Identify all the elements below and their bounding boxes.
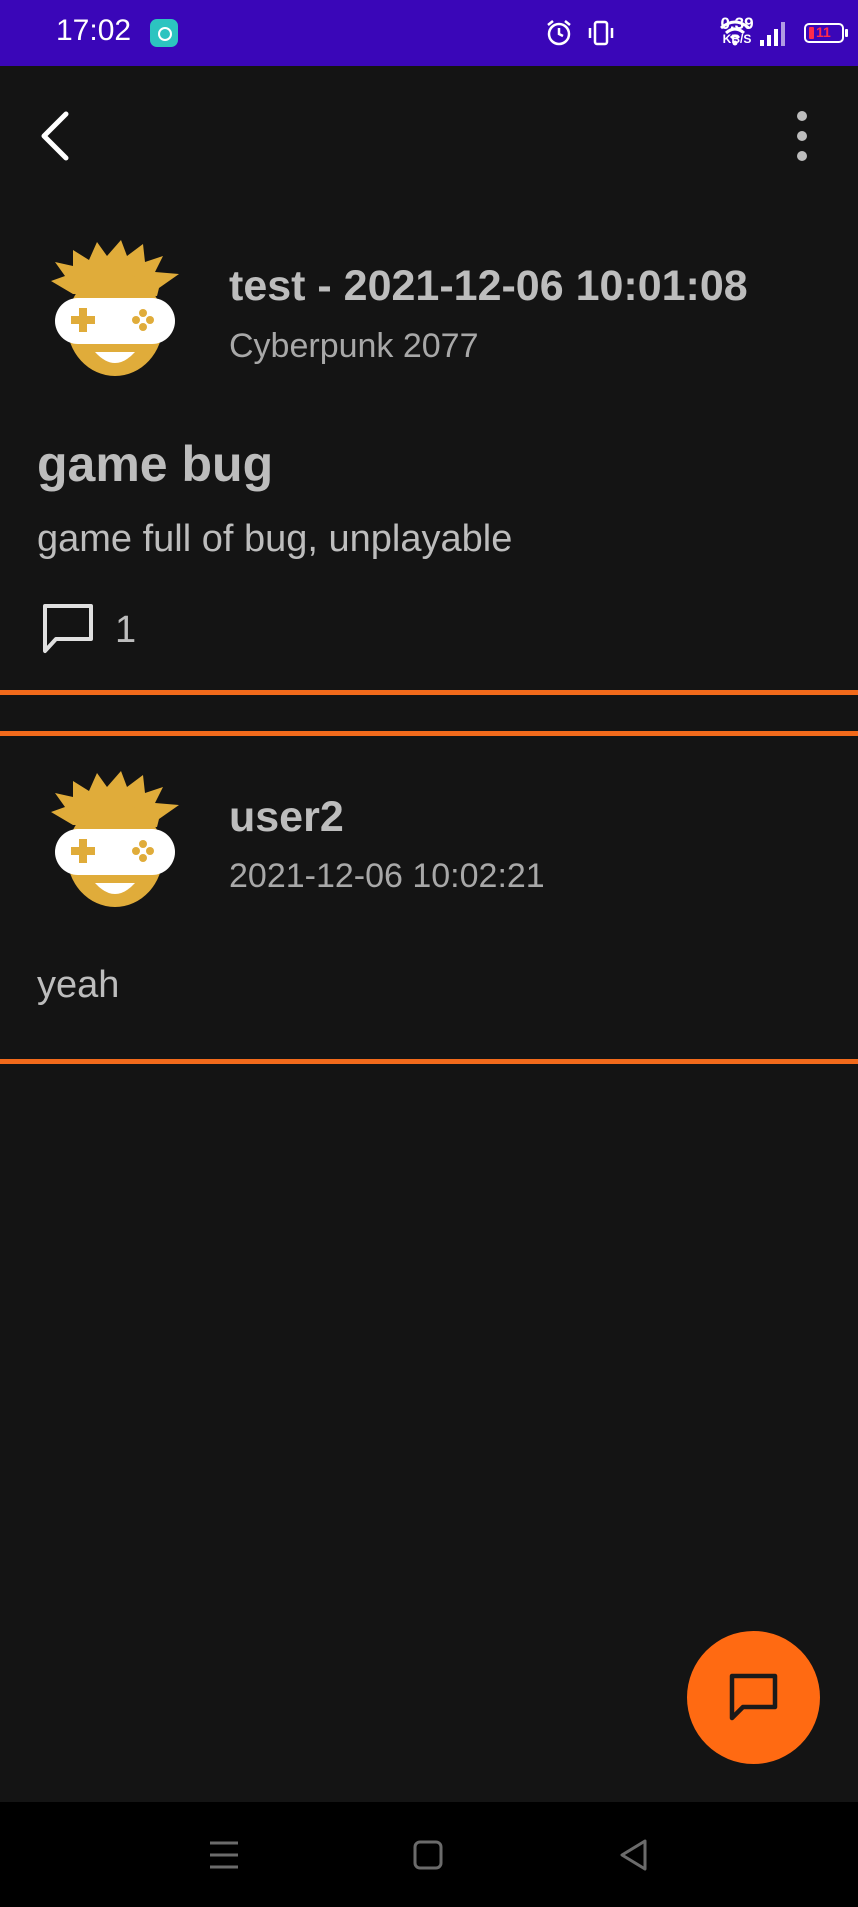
gamer-avatar-icon [51, 240, 179, 376]
gamer-avatar-icon [51, 771, 179, 907]
post-author-timestamp: test - 2021-12-06 10:01:08 [229, 262, 748, 310]
comment-timestamp: 2021-12-06 10:02:21 [229, 857, 545, 895]
comment-count: 1 [115, 609, 137, 651]
home-icon [413, 1840, 443, 1870]
post-body: game full of bug, unplayable [37, 518, 513, 560]
battery-level: 11 [816, 24, 831, 40]
app-notification-icon [150, 19, 178, 47]
more-options-button[interactable] [776, 110, 828, 162]
home-button[interactable] [403, 1830, 453, 1880]
chevron-left-icon [41, 111, 69, 161]
post-title: game bug [37, 436, 274, 492]
divider [0, 731, 858, 736]
comment-icon [729, 1673, 778, 1721]
comment-icon [43, 604, 93, 653]
wifi-icon [720, 20, 750, 46]
add-comment-button[interactable] [687, 1631, 820, 1764]
back-triangle-icon [620, 1839, 647, 1871]
comment-author: user2 [229, 793, 344, 841]
back-button[interactable] [28, 104, 80, 168]
status-time: 17:02 [56, 14, 132, 47]
signal-icon [760, 22, 785, 46]
battery-icon: 11 [804, 23, 848, 43]
status-bar: 17:02 0.39 KB/S 11 [0, 0, 858, 66]
vibrate-icon [588, 20, 614, 46]
recents-icon [210, 1841, 238, 1869]
system-back-button[interactable] [609, 1830, 659, 1880]
comment-body: yeah [37, 964, 120, 1006]
more-vertical-icon [797, 111, 807, 161]
recents-button[interactable] [199, 1830, 249, 1880]
top-app-bar [0, 66, 858, 206]
post-game-name: Cyberpunk 2077 [229, 327, 479, 365]
divider [0, 1059, 858, 1064]
system-nav-bar [0, 1802, 858, 1907]
alarm-icon [547, 20, 571, 46]
divider [0, 690, 858, 695]
